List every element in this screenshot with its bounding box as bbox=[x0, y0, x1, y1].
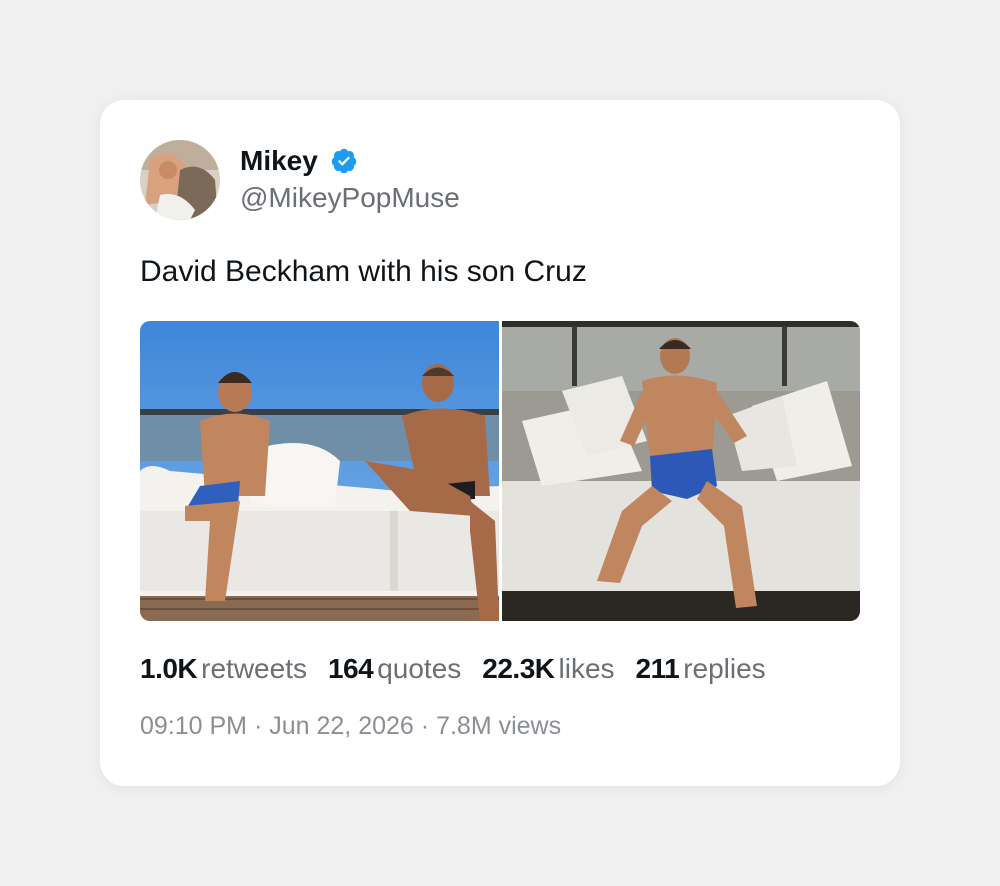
stat-label: replies bbox=[683, 653, 766, 684]
name-row: Mikey bbox=[240, 144, 460, 178]
photo-2[interactable] bbox=[502, 321, 860, 621]
tweet-text: David Beckham with his son Cruz bbox=[140, 255, 587, 288]
tweet-header: Mikey @MikeyPopMuse bbox=[140, 140, 460, 220]
tweet-views: 7.8M views bbox=[436, 712, 562, 740]
engagement-stats: 1.0K retweets 164 quotes 22.3K likes 211 rep… bbox=[140, 651, 787, 687]
verified-check-icon bbox=[330, 147, 358, 175]
tweet-card: Mikey @MikeyPopMuse David Beckham with h… bbox=[100, 100, 900, 786]
stat-label: retweets bbox=[201, 653, 307, 684]
tweet-date[interactable]: Jun 22, 2026 bbox=[269, 712, 414, 740]
photo-1[interactable] bbox=[140, 321, 499, 621]
stat-value: 22.3K bbox=[482, 653, 555, 684]
stat-value: 211 bbox=[635, 653, 680, 684]
tweet-meta: 09:10 PM · Jun 22, 2026 · 7.8M views bbox=[140, 710, 561, 742]
meta-separator: · bbox=[420, 712, 430, 740]
stat-likes[interactable]: 22.3K likes bbox=[482, 651, 614, 687]
media-grid bbox=[140, 321, 860, 621]
stat-value: 164 bbox=[327, 653, 374, 684]
stat-retweets[interactable]: 1.0K retweets bbox=[140, 651, 307, 687]
avatar[interactable] bbox=[140, 140, 220, 220]
stat-label: likes bbox=[558, 653, 615, 684]
author-handle[interactable]: @MikeyPopMuse bbox=[240, 180, 460, 216]
tweet-time[interactable]: 09:10 PM bbox=[140, 712, 247, 740]
meta-separator: · bbox=[253, 712, 263, 740]
stat-label: quotes bbox=[377, 653, 462, 684]
display-name[interactable]: Mikey bbox=[240, 144, 318, 178]
stat-replies[interactable]: 211 replies bbox=[636, 651, 766, 687]
author-names: Mikey @MikeyPopMuse bbox=[240, 144, 460, 216]
stat-value: 1.0K bbox=[140, 653, 198, 684]
stat-quotes[interactable]: 164 quotes bbox=[328, 651, 461, 687]
